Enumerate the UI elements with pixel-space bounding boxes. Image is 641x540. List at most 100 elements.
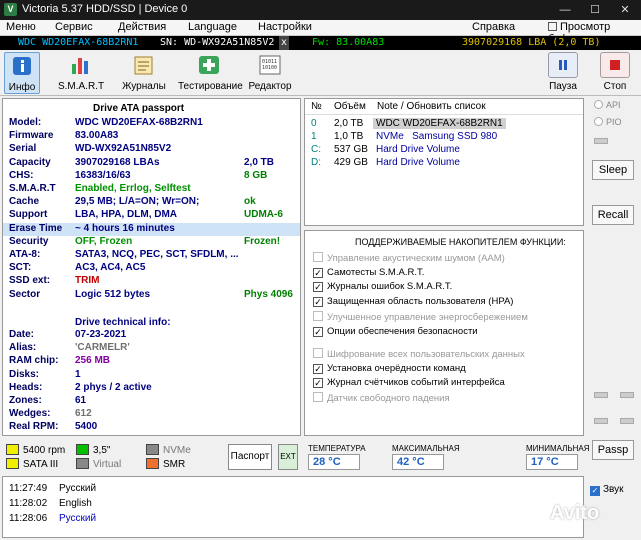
temp-value: 28 °C: [308, 454, 360, 470]
title-bar: V Victoria 5.37 HDD/SSD | Device 0 — ☐ ✕: [0, 0, 641, 20]
feature-label: Датчик свободного падения: [327, 393, 450, 404]
passport-row: CHS: 16383/16/63 8 GB: [3, 170, 300, 183]
passport-row: SSD ext: TRIM: [3, 275, 300, 288]
checkmark-icon: ✓: [313, 364, 323, 374]
pause-label: Пауза: [549, 81, 577, 92]
log-panel: 11:27:49 Русский 11:28:02 English 11:28:06 Ру…: [2, 476, 584, 538]
passport-value: 83.00A83: [75, 130, 119, 142]
legend-item: 3,5": [76, 444, 110, 456]
minimize-button[interactable]: —: [550, 0, 580, 20]
legend-swatch: [6, 458, 19, 469]
menu-bar: Меню Сервис Действия Language Настройки …: [0, 20, 641, 45]
col-note[interactable]: Note / Обновить список: [377, 101, 486, 112]
passport-value2: UDMA-6: [244, 209, 283, 221]
maximize-button[interactable]: ☐: [580, 0, 610, 20]
close-button[interactable]: ✕: [610, 0, 640, 20]
passport-panel: Drive ATA passport Model: WDC WD20EFAX-68…: [2, 98, 301, 436]
feature-checkbox[interactable]: ✓ Журналы ошибок S.M.A.R.T.: [313, 281, 452, 294]
passport-row: S.M.A.R.T Enabled, Errlog, Selftest: [3, 183, 300, 196]
feature-checkbox[interactable]: ✓ Установка очерёдности команд: [313, 363, 466, 376]
tab-smart[interactable]: S.M.A.R.T: [56, 52, 106, 94]
tab-editor[interactable]: 01011 10100 Редактор: [248, 52, 292, 94]
passport-button[interactable]: Паспорт: [228, 444, 272, 470]
device-note: Hard Drive Volume: [376, 157, 460, 168]
sound-checkbox[interactable]: ✓ Звук: [590, 484, 624, 496]
passport-key: Erase Time: [9, 222, 63, 234]
tab-info-label: Инфо: [8, 82, 36, 93]
checkbox-empty-icon: [313, 252, 323, 262]
tech-value: 'CARMELR': [75, 342, 130, 354]
passport-key: SSD ext:: [9, 275, 51, 287]
legend-swatch: [146, 444, 159, 455]
feature-checkbox[interactable]: ✓ Защищенная область пользователя (HPA): [313, 296, 513, 309]
passport-row: SCT: AC3, AC4, AC5: [3, 262, 300, 275]
passp-button[interactable]: Passp: [592, 440, 634, 460]
passport-value: Logic 512 bytes: [75, 288, 151, 300]
api-radio[interactable]: API: [594, 100, 621, 110]
tab-editor-label: Редактор: [248, 81, 292, 92]
col-number[interactable]: №: [311, 101, 322, 112]
pause-button[interactable]: Пауза: [546, 52, 580, 94]
device-row[interactable]: D: 429 GB Hard Drive Volume: [305, 157, 583, 170]
passport-row: ATA-8: SATA3, NCQ, PEC, SCT, SFDLM, ...: [3, 249, 300, 262]
tech-title: Drive technical info:: [75, 317, 171, 328]
passport-value: AC3, AC4, AC5: [75, 262, 146, 274]
recall-button[interactable]: Recall: [592, 205, 634, 225]
tab-testing[interactable]: Тестирование: [178, 52, 243, 94]
menu-item-language[interactable]: Language: [188, 21, 237, 33]
menu-item-settings[interactable]: Настройки: [258, 21, 312, 33]
col-size[interactable]: Объём: [334, 101, 366, 112]
pio-radio[interactable]: PIO: [594, 117, 622, 127]
ext-button[interactable]: EXT: [278, 444, 298, 470]
menu-item-service[interactable]: Сервис: [55, 21, 93, 33]
feature-checkbox[interactable]: Улучшенное управление энергосбережением: [313, 311, 528, 324]
feature-checkbox[interactable]: ✓ Опции обеспечения безопасности: [313, 326, 478, 339]
device-model: WDC WD20EFAX-68B2RN1: [18, 37, 139, 48]
device-row[interactable]: C: 537 GB Hard Drive Volume: [305, 144, 583, 157]
stop-button[interactable]: Стоп: [598, 52, 632, 94]
menu-item-menu[interactable]: Меню: [6, 21, 36, 33]
device-serial: SN: WD-WX92A51N85V2: [160, 37, 275, 48]
feature-checkbox[interactable]: Управление акустическим шумом (AAM): [313, 252, 505, 265]
passport-value: OFF, Frozen: [75, 235, 133, 247]
log-entry: 11:28:02 English: [9, 498, 92, 509]
legend-item: NVMe: [146, 444, 191, 456]
tab-testing-label: Тестирование: [178, 81, 243, 92]
device-num: C:: [311, 144, 321, 155]
legend-label: 3,5": [93, 445, 111, 456]
feature-checkbox[interactable]: Шифрование всех пользовательских данных: [313, 348, 525, 361]
feature-label: Установка очерёдности команд: [327, 363, 466, 374]
log-time: 11:28:06: [9, 513, 48, 524]
menu-item-actions[interactable]: Действия: [118, 21, 166, 33]
device-list: № Объём Note / Обновить список 0 2,0 TB WD…: [304, 98, 584, 226]
indicator-4: [594, 418, 608, 424]
sleep-button[interactable]: Sleep: [592, 160, 634, 180]
tab-info[interactable]: Инфо: [4, 52, 40, 94]
device-row[interactable]: 1 1,0 TB NVMe Samsung SSD 980: [305, 131, 583, 144]
passport-row: Model: WDC WD20EFAX-68B2RN1: [3, 117, 300, 130]
passport-key: Model:: [9, 117, 42, 128]
window-title: Victoria 5.37 HDD/SSD | Device 0: [22, 3, 188, 15]
passport-key: Cache: [9, 196, 40, 208]
tech-value: 5400: [75, 421, 98, 433]
tech-key: Zones:: [9, 395, 42, 406]
editor-icon: 01011 10100: [255, 52, 285, 78]
passport-value: ~ 4 hours 16 minutes: [75, 222, 175, 234]
passport-value: TRIM: [75, 275, 100, 287]
feature-checkbox[interactable]: ✓ Журнал счётчиков событий интерфейса: [313, 377, 505, 390]
feature-label: Опции обеспечения безопасности: [327, 326, 478, 337]
device-row[interactable]: 0 2,0 TB WDC WD20EFAX-68B2RN1: [305, 118, 583, 131]
device-note: WDC WD20EFAX-68B2RN1: [373, 118, 506, 129]
tab-logs[interactable]: Журналы: [122, 52, 166, 94]
info-icon: [7, 53, 37, 79]
menu-item-help[interactable]: Справка: [472, 21, 515, 33]
tech-key: Real RPM:: [9, 421, 59, 433]
legend-swatch: [6, 444, 19, 455]
indicator-2: [594, 392, 608, 398]
feature-label: Самотесты S.M.A.R.T.: [327, 267, 425, 278]
feature-checkbox[interactable]: ✓ Самотесты S.M.A.R.T.: [313, 267, 424, 280]
device-close[interactable]: x: [279, 36, 290, 50]
indicator-5: [620, 418, 634, 424]
passport-value: LBA, HPA, DLM, DMA: [75, 209, 178, 221]
feature-checkbox[interactable]: Датчик свободного падения: [313, 392, 450, 405]
